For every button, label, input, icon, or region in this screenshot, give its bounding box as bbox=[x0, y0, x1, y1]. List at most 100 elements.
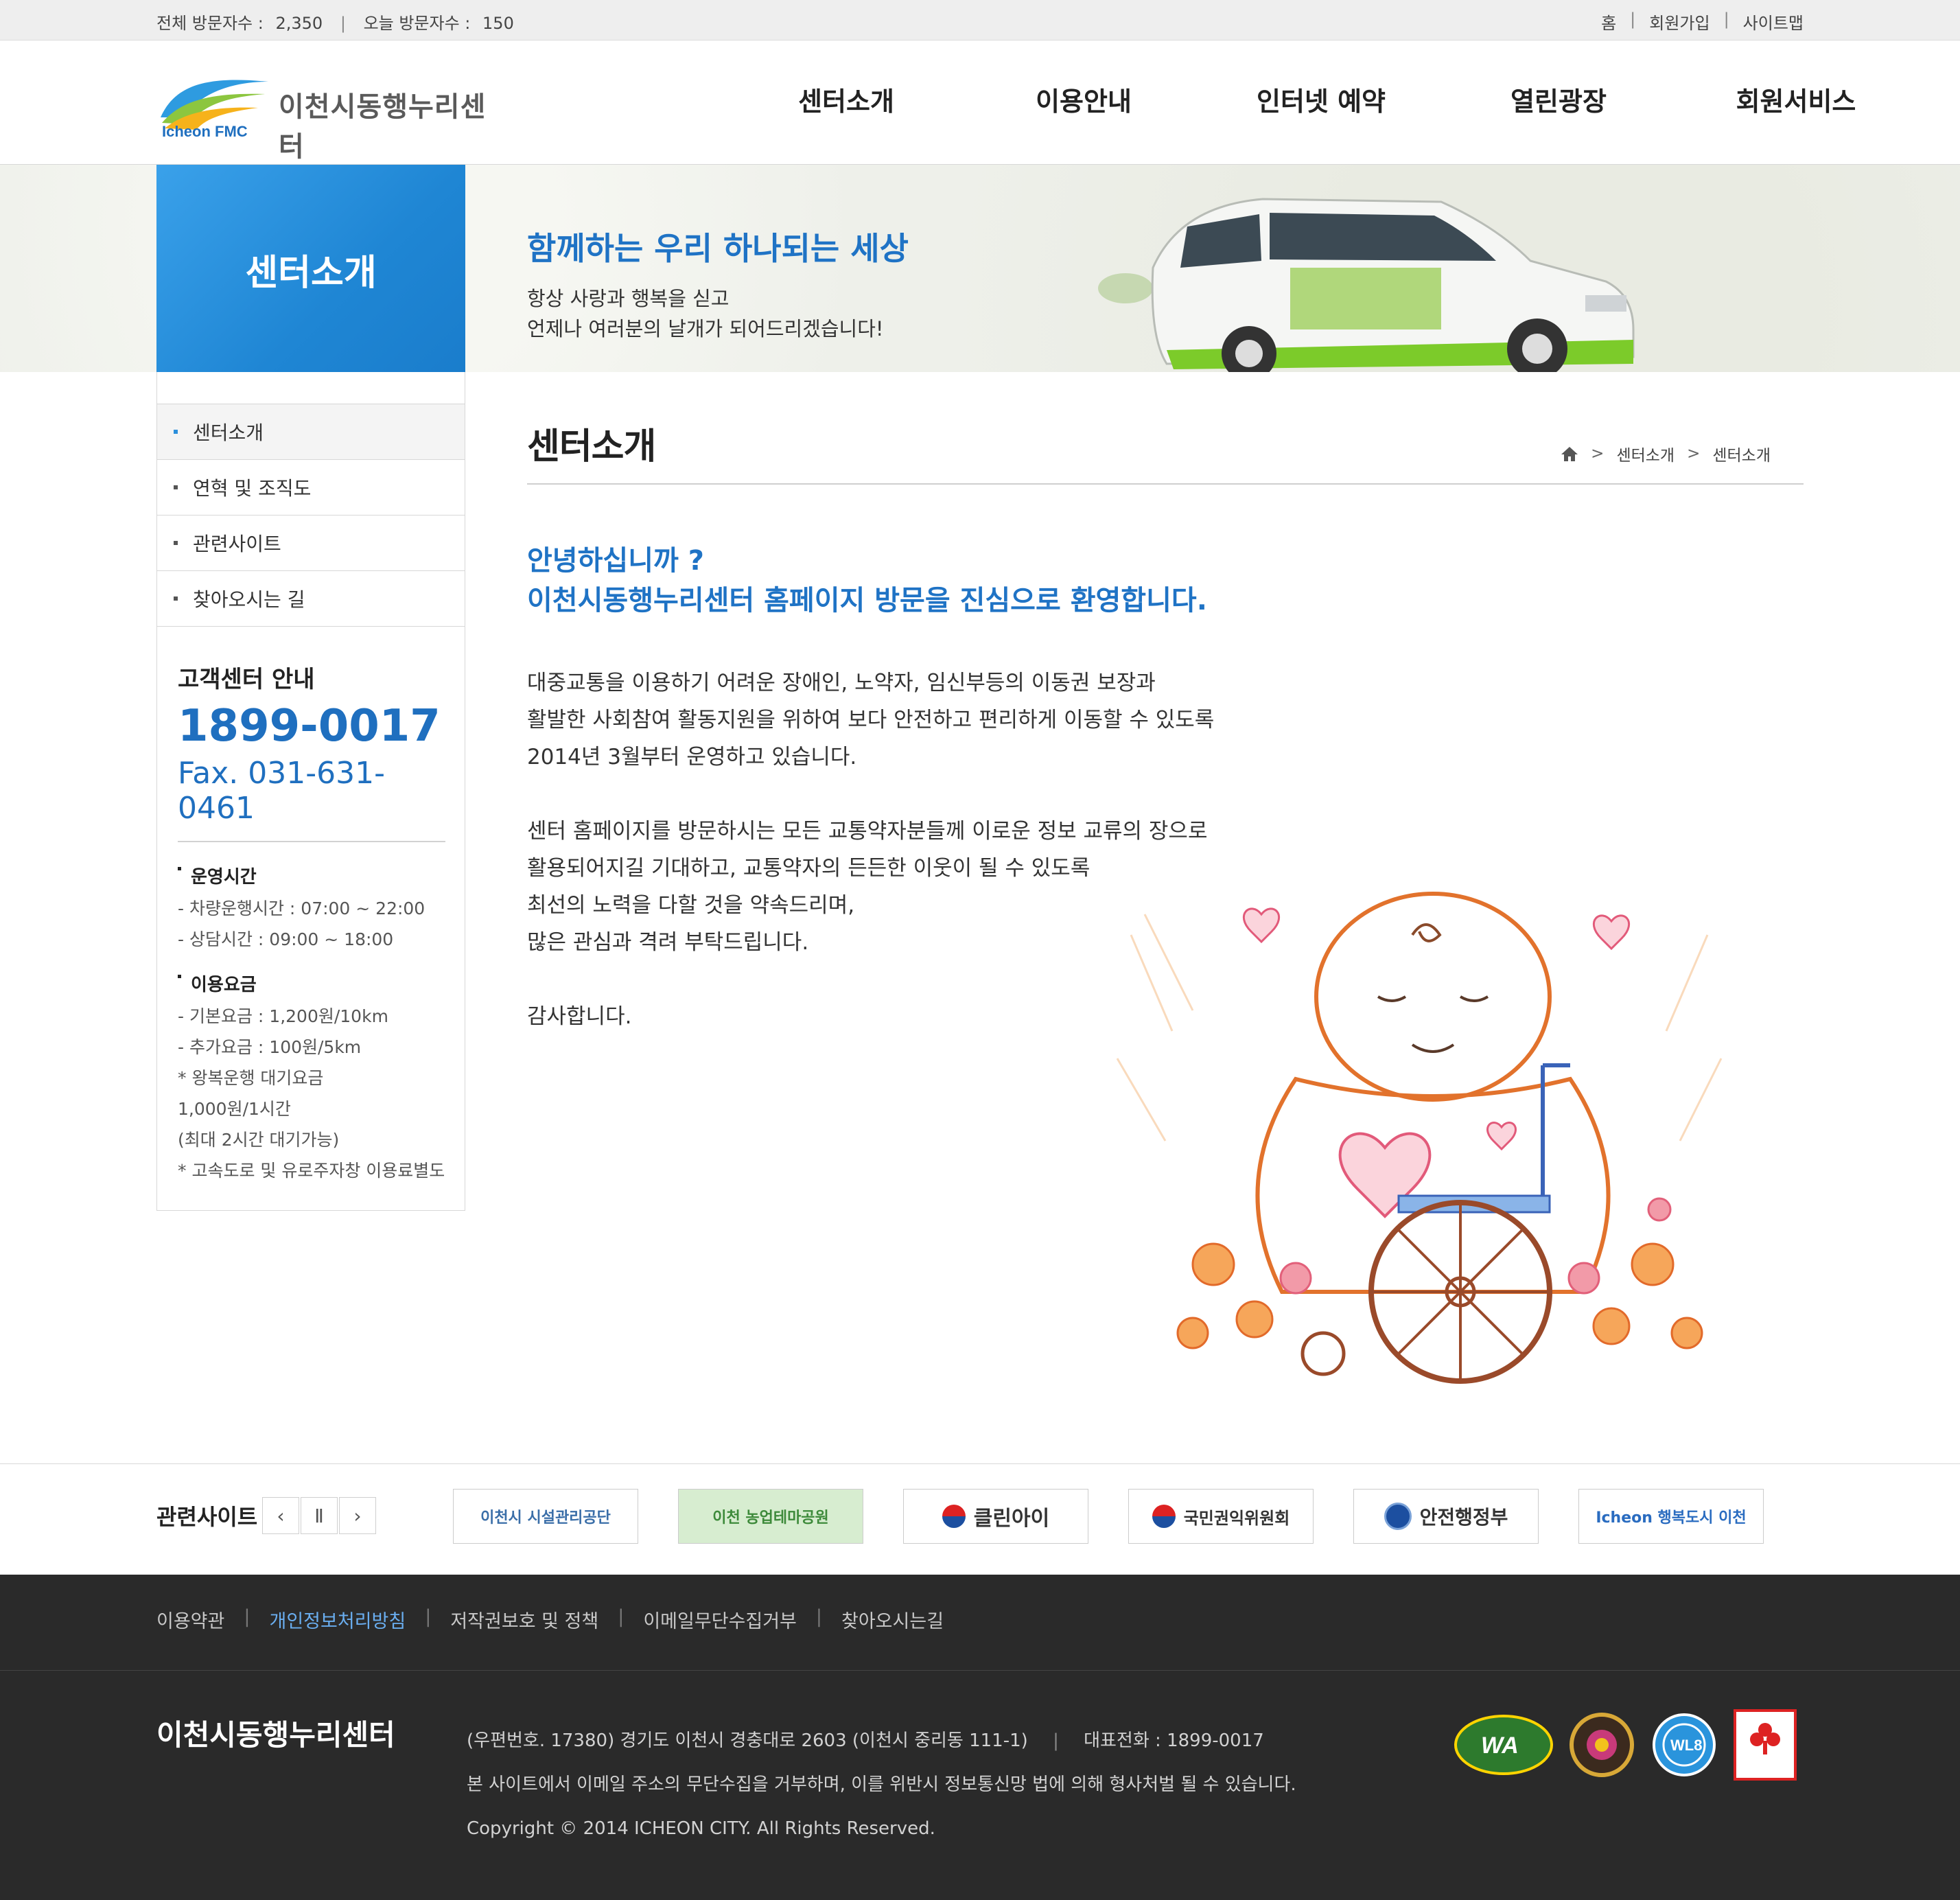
top-utility-bar: 전체 방문자수 : 2,350 | 오늘 방문자수 : 150 홈 | 회원가입… bbox=[0, 0, 1960, 40]
operating-hours-title: 운영시간 bbox=[191, 867, 257, 888]
wa-mark-text: WA bbox=[1481, 1733, 1519, 1759]
bullet-icon bbox=[174, 541, 178, 545]
today-visitors-label: 오늘 방문자수 : bbox=[363, 14, 471, 33]
footer-link-email-refusal[interactable]: 이메일무단수집거부 bbox=[643, 1606, 797, 1633]
footer-tel: 대표전화 : 1899-0017 bbox=[1084, 1730, 1264, 1751]
footer-link-directions[interactable]: 찾아오시는길 bbox=[841, 1606, 944, 1633]
utility-links: 홈 | 회원가입 | 사이트맵 bbox=[1601, 10, 1804, 34]
chevron-right-icon: > bbox=[1687, 445, 1701, 463]
wa-mark-icon[interactable]: WA bbox=[1454, 1712, 1554, 1778]
banner-icheon-fmc[interactable]: 이천시 시설관리공단 bbox=[453, 1489, 638, 1544]
award-seal-icon[interactable] bbox=[1569, 1712, 1635, 1778]
divider: | bbox=[618, 1606, 625, 1627]
banner-mopas[interactable]: 안전행정부 bbox=[1353, 1489, 1539, 1544]
home-link[interactable]: 홈 bbox=[1601, 10, 1616, 34]
bullet-icon bbox=[174, 596, 178, 601]
footer-link-copyright[interactable]: 저작권보호 및 정책 bbox=[450, 1606, 598, 1633]
fee-heading: 이용요금 bbox=[178, 971, 445, 996]
emblem-icon bbox=[1384, 1503, 1412, 1530]
greeting-line-2: 이천시동행누리센터 홈페이지 방문을 진심으로 환영합니다. bbox=[527, 585, 1207, 616]
paragraph-line: 센터 홈페이지를 방문하시는 모든 교통약자분들께 이로운 정보 교류의 장으로 bbox=[527, 819, 1208, 844]
paragraph-1: 대중교통을 이용하기 어려운 장애인, 노약자, 임신부등의 이동권 보장과 활… bbox=[527, 664, 1214, 776]
footer-link-privacy[interactable]: 개인정보처리방침 bbox=[269, 1606, 406, 1633]
fee-line: * 고속도로 및 유로주자창 이용료별도 bbox=[178, 1161, 445, 1181]
banner-icheon-city[interactable]: Icheon 행복도시 이천 bbox=[1578, 1489, 1764, 1544]
sitemap-link[interactable]: 사이트맵 bbox=[1743, 10, 1804, 34]
signup-link[interactable]: 회원가입 bbox=[1649, 10, 1710, 34]
paragraph-line: 2014년 3월부터 운영하고 있습니다. bbox=[527, 745, 857, 769]
page-title: 센터소개 bbox=[527, 426, 656, 467]
gnb-online-reservation[interactable]: 인터넷 예약 bbox=[1202, 80, 1440, 118]
banner-clean-eye[interactable]: 클린아이 bbox=[903, 1489, 1088, 1544]
section-title: 센터소개 bbox=[245, 253, 377, 294]
total-visitors-value: 2,350 bbox=[275, 14, 323, 33]
cs-phone: 1899-0017 bbox=[178, 701, 441, 752]
taegeuk-icon bbox=[942, 1505, 966, 1528]
sub-visual-banner: 센터소개 함께하는 우리 하나되는 세상 항상 사랑과 행복을 싣고 언제나 여… bbox=[0, 165, 1960, 372]
divider bbox=[527, 483, 1804, 485]
closing: 감사합니다. bbox=[527, 1004, 632, 1029]
home-icon[interactable] bbox=[1561, 445, 1578, 462]
lnb-item-label: 센터소개 bbox=[193, 421, 264, 444]
customer-center-info: 고객센터 안내 1899-0017 Fax. 031-631-0461 운영시간… bbox=[178, 660, 445, 1181]
divider bbox=[0, 1670, 1960, 1671]
gnb-member-service[interactable]: 회원서비스 bbox=[1677, 80, 1915, 118]
greeting-line-1: 안녕하십니까 ? bbox=[527, 545, 704, 577]
wl8-mark-icon[interactable]: WL8 bbox=[1650, 1711, 1718, 1779]
banner-farm-theme-park[interactable]: 이천 농업테마공원 bbox=[678, 1489, 863, 1544]
certification-marks: WA WL8 bbox=[1454, 1709, 1812, 1781]
breadcrumb-item-current[interactable]: 센터소개 bbox=[1712, 442, 1771, 465]
lnb-menu: 센터소개 연혁 및 조직도 관련사이트 찾아오시는 길 bbox=[157, 404, 465, 627]
fee-line: 1,000원/1시간 bbox=[178, 1099, 291, 1119]
gnb-open-forum[interactable]: 열린광장 bbox=[1440, 80, 1677, 118]
fee-line: - 기본요금 : 1,200원/10km bbox=[178, 1006, 388, 1026]
gnb-usage-guide[interactable]: 이용안내 bbox=[965, 80, 1202, 118]
pause-icon[interactable]: Ⅱ bbox=[301, 1497, 338, 1534]
divider: | bbox=[1630, 10, 1636, 29]
banner-label: 국민권익위원회 bbox=[1183, 1508, 1290, 1528]
lnb-item-directions[interactable]: 찾아오시는 길 bbox=[157, 570, 465, 626]
banner-subtext-2: 언제나 여러분의 날개가 되어드리겠습니다! bbox=[527, 317, 884, 340]
fee-line: * 왕복운행 대기요금 bbox=[178, 1068, 324, 1088]
total-visitors-label: 전체 방문자수 : bbox=[156, 14, 264, 33]
paragraph-line: 활발한 사회참여 활동지원을 위하여 보다 안전하고 편리하게 이동할 수 있도… bbox=[527, 708, 1215, 732]
visitor-counter: 전체 방문자수 : 2,350 | 오늘 방문자수 : 150 bbox=[156, 10, 514, 34]
wl8-mark-text: WL8 bbox=[1670, 1737, 1702, 1754]
logo-sub-text: Icheon FMC bbox=[162, 123, 248, 138]
divider: | bbox=[1053, 1730, 1059, 1751]
today-visitors-value: 150 bbox=[482, 14, 514, 33]
banner-acrc[interactable]: 국민권익위원회 bbox=[1128, 1489, 1314, 1544]
main-navigation: 센터소개 이용안내 인터넷 예약 열린광장 회원서비스 bbox=[727, 80, 1915, 118]
chevron-right-icon[interactable]: › bbox=[339, 1497, 376, 1534]
fee-line: (최대 2시간 대기가능) bbox=[178, 1130, 340, 1150]
bullet-icon bbox=[178, 867, 181, 870]
breadcrumb: > 센터소개 > 센터소개 bbox=[1561, 442, 1771, 465]
divider: | bbox=[425, 1606, 432, 1627]
divider bbox=[157, 626, 465, 627]
hours-vehicle: - 차량운행시간 : 07:00 ~ 22:00 bbox=[178, 899, 425, 918]
related-sites-bar: 관련사이트 ‹ Ⅱ › 이천시 시설관리공단 이천 농업테마공원 클린아이 국민… bbox=[0, 1463, 1960, 1575]
gnb-center-intro[interactable]: 센터소개 bbox=[727, 80, 965, 118]
logo-text: 이천시동행누리센터 bbox=[279, 91, 487, 163]
footer: 이용약관 | 개인정보처리방침 | 저작권보호 및 정책 | 이메일무단수집거부… bbox=[0, 1575, 1960, 1900]
header: Icheon FMC 이천시동행누리센터 센터소개 이용안내 인터넷 예약 열린… bbox=[0, 40, 1960, 165]
lnb-item-history[interactable]: 연혁 및 조직도 bbox=[157, 459, 465, 515]
lnb-item-related-sites[interactable]: 관련사이트 bbox=[157, 515, 465, 570]
page: 전체 방문자수 : 2,350 | 오늘 방문자수 : 150 홈 | 회원가입… bbox=[0, 0, 1960, 1900]
site-logo[interactable]: Icheon FMC 이천시동행누리센터 bbox=[155, 69, 512, 163]
operating-hours-heading: 운영시간 bbox=[178, 863, 445, 888]
lnb-item-label: 관련사이트 bbox=[193, 533, 281, 555]
lnb-item-center-intro[interactable]: 센터소개 bbox=[157, 404, 465, 459]
footer-address: (우편번호. 17380) 경기도 이천시 경충대로 2603 (이천시 중리동… bbox=[467, 1730, 1028, 1751]
related-site-banners: 이천시 시설관리공단 이천 농업테마공원 클린아이 국민권익위원회 안전행정부 … bbox=[453, 1489, 1804, 1544]
footer-copyright: Copyright © 2014 ICHEON CITY. All Rights… bbox=[467, 1818, 935, 1839]
breadcrumb-item[interactable]: 센터소개 bbox=[1616, 442, 1675, 465]
footer-link-terms[interactable]: 이용약관 bbox=[156, 1606, 224, 1633]
chevron-left-icon[interactable]: ‹ bbox=[262, 1497, 299, 1534]
bullet-icon bbox=[174, 430, 178, 434]
taegeuk-icon bbox=[1152, 1505, 1176, 1528]
footer-links: 이용약관 | 개인정보처리방침 | 저작권보호 및 정책 | 이메일무단수집거부… bbox=[156, 1606, 944, 1633]
cs-fax: Fax. 031-631-0461 bbox=[178, 756, 445, 842]
donation-mark-icon[interactable] bbox=[1734, 1709, 1797, 1781]
left-navigation: 센터소개 연혁 및 조직도 관련사이트 찾아오시는 길 고객센터 안내 1899… bbox=[156, 372, 465, 1211]
